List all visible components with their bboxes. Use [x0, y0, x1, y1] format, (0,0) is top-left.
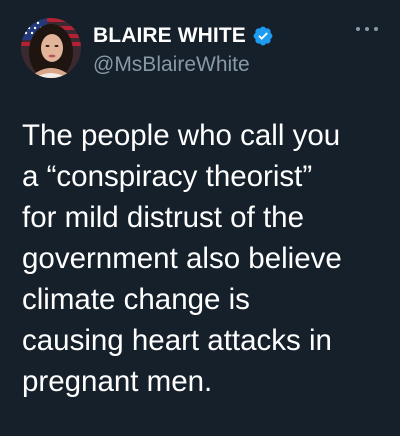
tweet-text-line: The people who call you: [22, 119, 341, 152]
more-dot: [365, 27, 369, 31]
tweet-text-line: causing heart attacks in: [22, 324, 332, 357]
avatar-image: [21, 18, 81, 78]
more-dot: [356, 27, 360, 31]
author-name-row: BLAIRE WHITE: [93, 23, 274, 49]
tweet-text-line: climate change is: [22, 283, 250, 316]
more-horizontal-icon[interactable]: [356, 22, 378, 36]
author-avatar[interactable]: [21, 18, 81, 78]
tweet-text-line: government also believe: [22, 242, 342, 275]
tweet-text-line: a “conspiracy theorist”: [22, 160, 313, 193]
author-handle[interactable]: @MsBlaireWhite: [93, 53, 250, 77]
author-display-name[interactable]: BLAIRE WHITE: [93, 24, 246, 48]
tweet-text: The people who call you a “conspiracy th…: [22, 115, 390, 402]
tweet-card: BLAIRE WHITE @MsBlaireWhite The people w…: [0, 0, 400, 436]
tweet-text-line: for mild distrust of the: [22, 201, 304, 234]
tweet-text-line: pregnant men.: [22, 365, 213, 398]
verified-badge-icon: [252, 25, 274, 47]
more-dot: [374, 27, 378, 31]
